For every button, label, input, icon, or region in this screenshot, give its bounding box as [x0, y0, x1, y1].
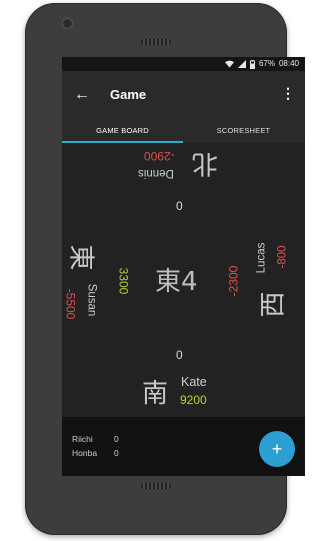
status-icons: 67% 08:40 [224, 57, 299, 71]
right-player-name: Lucas [255, 242, 268, 274]
phone-frame: 67% 08:40 ← Game ⋮ GAME BOARD SCORESHEET… [25, 3, 305, 535]
top-player-pot: 0 [176, 199, 183, 213]
right-player-pot: -2300 [226, 265, 241, 297]
signal-icon [237, 60, 246, 68]
tab-game-board[interactable]: GAME BOARD [62, 119, 183, 143]
front-camera [62, 18, 73, 29]
top-player-name: Dennis [138, 167, 174, 179]
clock: 08:40 [278, 59, 299, 68]
earpiece-speaker [141, 39, 171, 45]
overflow-menu-icon[interactable]: ⋮ [281, 85, 295, 102]
wifi-icon [224, 60, 234, 68]
riichi-label: Riichi [72, 434, 93, 444]
plus-icon: + [271, 439, 283, 459]
bottom-player-pot: 0 [176, 348, 183, 362]
honba-count: 0 [114, 448, 119, 458]
page-title: Game [110, 87, 147, 102]
back-arrow-icon[interactable]: ← [74, 81, 90, 109]
top-player-score: -2900 [144, 149, 175, 163]
left-player-score: -5500 [63, 288, 78, 320]
battery-icon [249, 59, 255, 69]
round-info-footer: Riichi 0 Honba 0 + [62, 417, 305, 476]
left-player-name: Susan [85, 283, 98, 317]
left-player-pot: 3300 [116, 267, 131, 295]
bottom-player-score: 9200 [180, 393, 207, 407]
left-player-wind: 東 [65, 244, 96, 271]
riichi-count: 0 [114, 434, 119, 444]
tab-bar: GAME BOARD SCORESHEET [62, 119, 305, 143]
bottom-speaker [141, 483, 171, 489]
app-bar: ← Game ⋮ [62, 71, 305, 119]
add-hand-fab[interactable]: + [259, 431, 295, 467]
battery-percent: 67% [258, 59, 275, 68]
top-player-wind: 北 [192, 148, 219, 178]
bottom-player-wind: 南 [142, 379, 169, 409]
tab-scoresheet[interactable]: SCORESHEET [183, 119, 304, 143]
round-indicator: 東4 [155, 267, 198, 297]
honba-label: Honba [72, 448, 98, 458]
game-board: 北 -2900 Dennis 0 東 Susan -5500 3300 東4 -… [62, 143, 305, 417]
status-bar: 67% 08:40 [62, 57, 305, 71]
right-player-wind: 西 [258, 291, 289, 318]
screen: 67% 08:40 ← Game ⋮ GAME BOARD SCORESHEET… [62, 57, 305, 476]
right-player-score: -800 [276, 245, 289, 269]
bottom-player-name: Kate [181, 375, 207, 389]
